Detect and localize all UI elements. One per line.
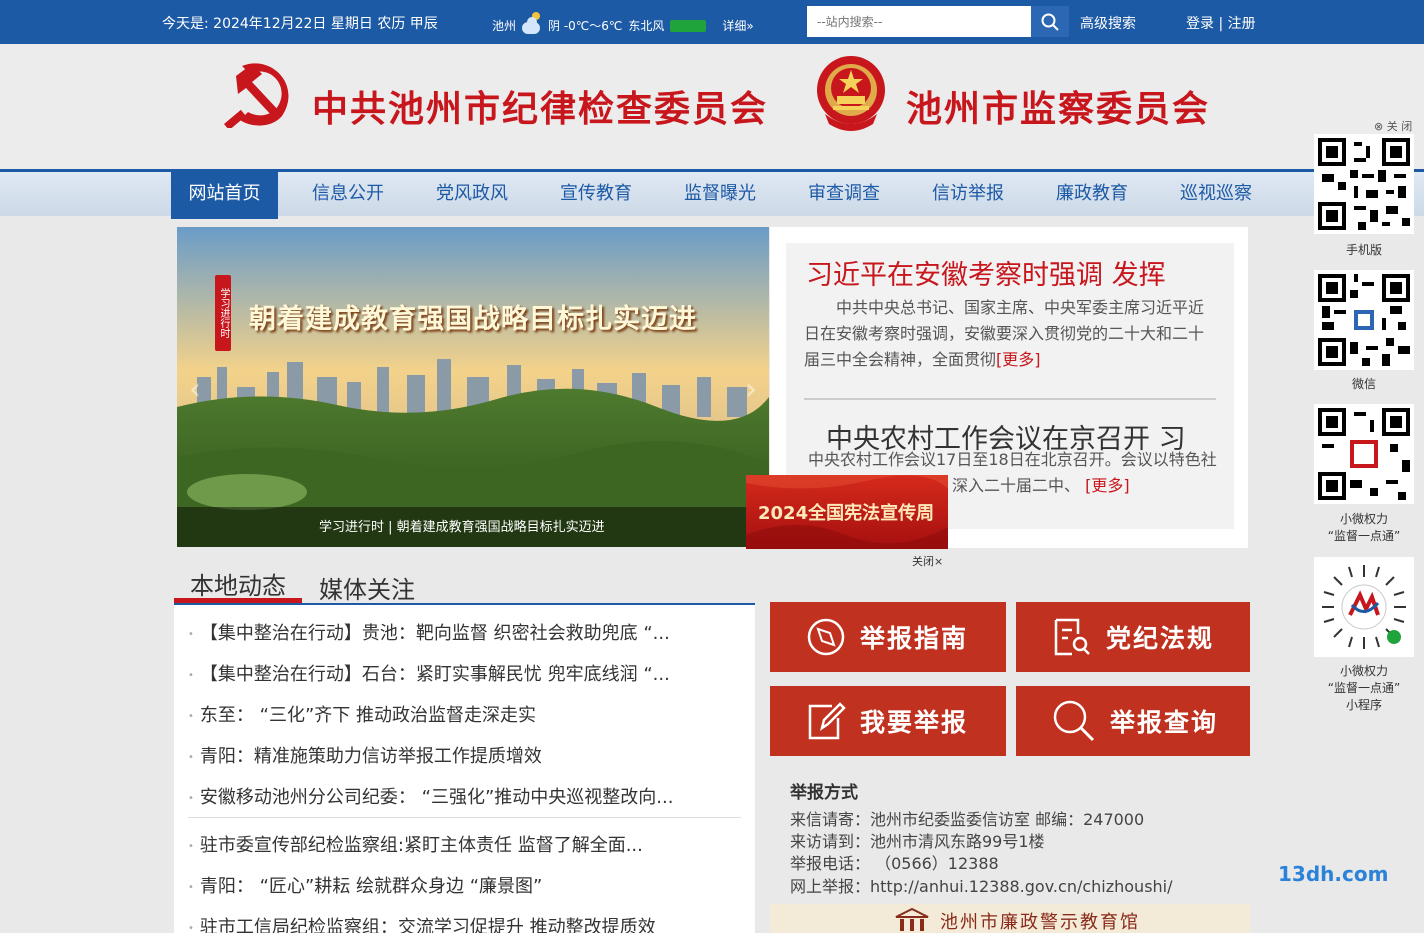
party-emblem-icon	[224, 63, 289, 128]
micro-power-label-2: “监督一点通”	[1327, 529, 1401, 543]
tab-media-news[interactable]: 媒体关注	[319, 570, 415, 605]
slider-prev-arrow-icon[interactable]: ‹	[189, 372, 201, 407]
museum-banner-text: 池州市廉政警示教育馆	[940, 912, 1140, 933]
list-item[interactable]: • 青阳： “匠心”耕耘 绘就群众身边 “廉景图”	[188, 872, 542, 898]
image-slider[interactable]: 学习进行时 朝着建成教育强国战略目标扎实迈进 ‹ › 学习进行时 | 朝着建成教…	[177, 227, 769, 547]
mobile-qr-code[interactable]	[1314, 134, 1414, 234]
slide-heading: 朝着建成教育强国战略目标扎实迈进	[249, 304, 697, 335]
nav-inspection[interactable]: 巡视巡察	[1164, 172, 1268, 216]
wechat-qr-code[interactable]	[1314, 270, 1414, 370]
report-phone: 举报电话： （0566）12388	[790, 854, 999, 873]
list-item[interactable]: • 【集中整治在行动】贵池：靶向监督 织密社会救助兜底 “...	[188, 619, 670, 645]
search-icon	[1041, 13, 1059, 31]
slider-next-arrow-icon[interactable]: ›	[745, 372, 757, 407]
qr-code-icon	[1318, 138, 1410, 230]
party-regulations-button[interactable]: 党纪法规	[1016, 602, 1250, 672]
mini-program-qr-code[interactable]	[1314, 557, 1414, 657]
mini-program-code-icon	[1322, 565, 1406, 649]
nav-integrity[interactable]: 廉政教育	[1040, 172, 1144, 216]
mini-program-label-3: 小程序	[1345, 698, 1382, 712]
report-letter-address: 来信请寄：池州市纪委监委信访室 邮编：247000	[790, 810, 1145, 829]
slide-tag: 学习进行时	[215, 275, 231, 351]
cloudy-icon	[522, 11, 542, 34]
site-search	[807, 6, 1031, 37]
qr-code-icon	[1318, 274, 1410, 366]
mini-program-label-1: 小微权力	[1339, 664, 1388, 678]
constitution-week-text: 2024全国宪法宣传周	[758, 503, 935, 524]
national-emblem-icon	[817, 56, 885, 131]
list-item[interactable]: • 驻市工信局纪检监察组：交流学习促提升 推动整改提质效	[188, 913, 656, 933]
mobile-qr-label: 手机版	[1345, 243, 1382, 257]
submit-report-button[interactable]: 我要举报	[770, 686, 1006, 756]
wechat-qr-label: 微信	[1351, 377, 1376, 391]
nav-investigation[interactable]: 审查调查	[792, 172, 896, 216]
nav-petition[interactable]: 信访举报	[916, 172, 1020, 216]
report-query-label: 举报查询	[1110, 708, 1219, 737]
weather-detail-link[interactable]: 详细»	[722, 17, 753, 34]
main-nav: 网站首页 信息公开 党风政风 宣传教育 监督曝光 审查调查 信访举报 廉政教育 …	[0, 169, 1424, 219]
nav-home[interactable]: 网站首页	[171, 169, 278, 219]
slide-caption[interactable]: 学习进行时 | 朝着建成教育强国战略目标扎实迈进	[319, 516, 605, 535]
active-tab-indicator	[174, 598, 302, 603]
weather-widget[interactable]: 池州 阴 -0℃～6℃ 东北风 详细»	[492, 11, 754, 34]
news-divider	[188, 817, 741, 818]
search-button[interactable]	[1031, 6, 1069, 37]
headline-2-more-link[interactable]: [更多]	[1085, 476, 1130, 495]
list-item[interactable]: • 【集中整治在行动】石台：紧盯实事解民忧 兜牢底线润 “...	[188, 660, 670, 686]
nav-info-disclosure[interactable]: 信息公开	[296, 172, 400, 216]
qr-sidebar-close-button[interactable]: ⊗ 关 闭	[1374, 118, 1412, 134]
nav-exposure[interactable]: 监督曝光	[668, 172, 772, 216]
nav-party-style[interactable]: 党风政风	[420, 172, 524, 216]
report-guide-label: 举报指南	[860, 624, 969, 653]
submit-report-label: 我要举报	[860, 708, 969, 737]
document-search-icon	[1054, 618, 1090, 656]
weather-city: 池州	[492, 19, 517, 33]
party-regulations-label: 党纪法规	[1106, 624, 1215, 653]
news-tabs: 本地动态 媒体关注	[174, 560, 755, 605]
micro-power-qr-code[interactable]	[1314, 404, 1414, 504]
tab-local-news[interactable]: 本地动态	[190, 566, 286, 601]
headline-1-more-link[interactable]: [更多]	[996, 350, 1041, 369]
cpc-commission-title: 中共池州市纪律检查委员会	[312, 88, 769, 130]
weather-wind: 东北风	[628, 19, 665, 33]
air-quality-badge	[670, 19, 707, 32]
advanced-search-link[interactable]: 高级搜索	[1080, 13, 1136, 33]
site-watermark: 13dh.com	[1278, 862, 1389, 886]
compass-icon	[807, 618, 845, 656]
mini-program-label-2: “监督一点通”	[1327, 681, 1401, 695]
list-item[interactable]: • 青阳：精准施策助力信访举报工作提质增效	[188, 742, 542, 768]
top-bar: 今天是: 2024年12月22日 星期日 农历 甲辰 池州 阴 -0℃～6℃ 东…	[0, 0, 1424, 44]
magnifier-icon	[1053, 700, 1095, 742]
constitution-banner-close-button[interactable]: 关闭×	[912, 553, 943, 569]
micro-power-label-1: 小微权力	[1339, 512, 1388, 526]
login-register-links[interactable]: 登录 | 注册	[1186, 13, 1256, 33]
weather-temp: 阴 -0℃～6℃	[548, 19, 623, 33]
headline-divider	[804, 398, 1216, 400]
museum-building-icon	[895, 907, 929, 931]
report-guide-button[interactable]: 举报指南	[770, 602, 1006, 672]
report-visit-address: 来访请到：池州市清风东路99号1楼	[790, 832, 1045, 851]
supervision-commission-title: 池州市监察委员会	[906, 88, 1211, 130]
report-online-link[interactable]: 网上举报：http://anhui.12388.gov.cn/chizhoush…	[790, 873, 1173, 897]
city-skyline-image	[177, 227, 769, 547]
integrity-museum-banner[interactable]: 池州市廉政警示教育馆	[770, 904, 1250, 933]
edit-icon	[808, 702, 846, 740]
headline-1-summary: 中共中央总书记、国家主席、中央军委主席习近平近日在安徽考察时强调，安徽要深入贯彻…	[804, 295, 1204, 373]
qr-code-icon	[1318, 408, 1410, 500]
search-input[interactable]	[807, 6, 1031, 37]
nav-publicity[interactable]: 宣传教育	[544, 172, 648, 216]
list-item[interactable]: • 驻市委宣传部纪检监察组:紧盯主体责任 监督了解全面...	[188, 831, 643, 857]
list-item[interactable]: • 东至： “三化”齐下 推动政治监督走深走实	[188, 701, 536, 727]
constitution-week-banner[interactable]: 2024全国宪法宣传周	[746, 475, 948, 549]
list-item[interactable]: • 安徽移动池州分公司纪委： “三强化”推动中央巡视整改向...	[188, 783, 673, 809]
report-methods-title: 举报方式	[790, 783, 858, 803]
news-list: • 【集中整治在行动】贵池：靶向监督 织密社会救助兜底 “... • 【集中整治在行…	[174, 605, 755, 933]
report-query-button[interactable]: 举报查询	[1016, 686, 1250, 756]
current-date: 今天是: 2024年12月22日 星期日 农历 甲辰	[162, 16, 438, 32]
headline-1-title[interactable]: 习近平在安徽考察时强调 发挥	[806, 253, 1166, 292]
